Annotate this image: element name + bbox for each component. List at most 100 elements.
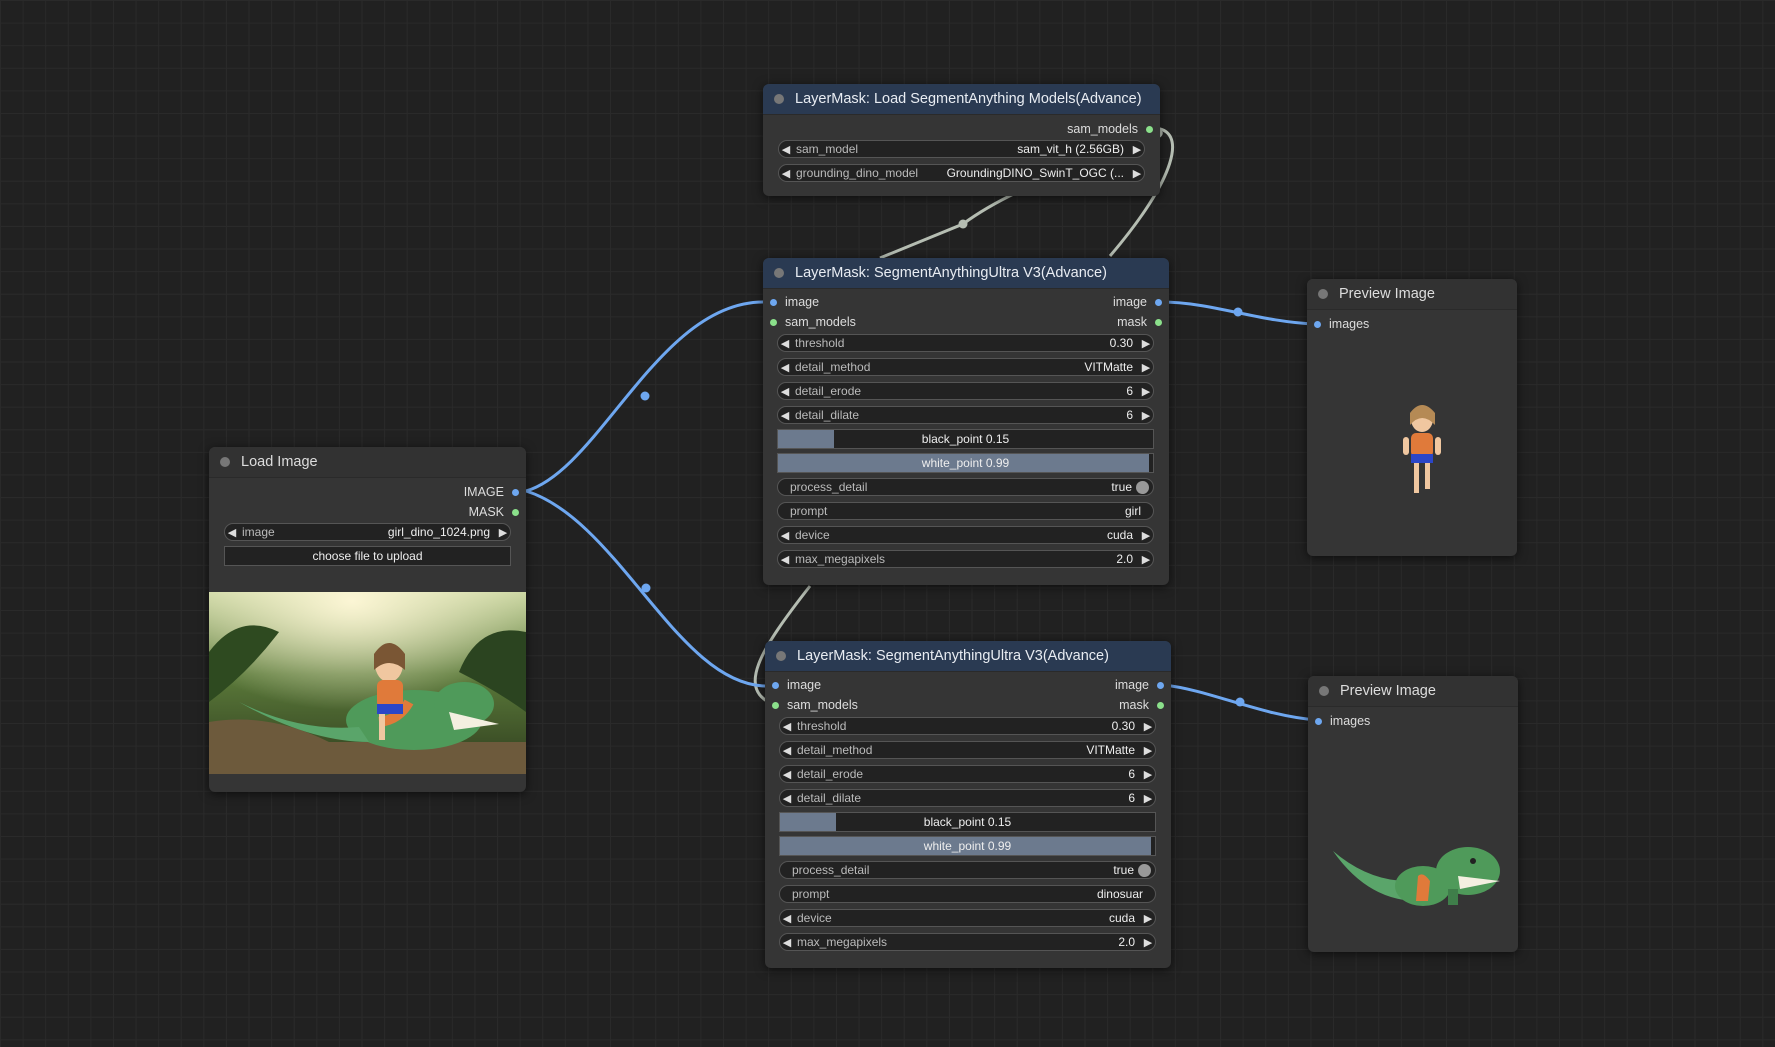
input-image[interactable]: image [770,293,819,311]
prompt-field[interactable]: prompt girl [777,502,1154,520]
link-midpoint[interactable] [640,391,650,401]
sam-model-selector[interactable]: ◀ sam_model sam_vit_h (2.56GB) ▶ [778,140,1145,158]
input-image[interactable]: image [772,676,821,694]
input-port-icon[interactable] [770,318,777,326]
arrow-right-icon[interactable]: ▶ [1130,167,1144,180]
arrow-left-icon[interactable]: ◀ [779,143,793,156]
node-title-bar[interactable]: Load Image [209,447,526,478]
link-midpoint[interactable] [958,219,968,229]
arrow-right-icon[interactable]: ▶ [1130,143,1144,156]
arrow-left-icon[interactable]: ◀ [780,936,794,949]
node-title-bar[interactable]: LayerMask: SegmentAnythingUltra V3(Advan… [763,258,1169,289]
max-megapixels-widget[interactable]: ◀ max_megapixels 2.0 ▶ [779,933,1156,951]
input-images[interactable]: images [1315,712,1370,730]
device-widget[interactable]: ◀ device cuda ▶ [779,909,1156,927]
arrow-right-icon[interactable]: ▶ [1141,792,1155,805]
arrow-right-icon[interactable]: ▶ [1139,553,1153,566]
node-title-bar[interactable]: LayerMask: Load SegmentAnything Models(A… [763,84,1160,115]
arrow-left-icon[interactable]: ◀ [780,792,794,805]
arrow-right-icon[interactable]: ▶ [1141,744,1155,757]
arrow-right-icon[interactable]: ▶ [1139,385,1153,398]
output-port-icon[interactable] [1157,681,1164,689]
output-port-icon[interactable] [1155,298,1162,306]
arrow-left-icon[interactable]: ◀ [778,553,792,566]
image-selector[interactable]: ◀ image girl_dino_1024.png ▶ [224,523,511,541]
arrow-right-icon[interactable]: ▶ [1139,529,1153,542]
collapse-dot-icon[interactable] [220,457,230,467]
input-port-icon[interactable] [772,681,779,689]
output-port-icon[interactable] [512,508,519,516]
link-midpoint[interactable] [641,583,651,593]
link-midpoint[interactable] [1235,697,1245,707]
output-image[interactable]: image [1113,293,1162,311]
preview-image-node-2[interactable]: Preview Image images [1308,676,1518,952]
detail-erode-widget[interactable]: ◀ detail_erode 6 ▶ [779,765,1156,783]
input-sam-models[interactable]: sam_models [772,696,858,714]
collapse-dot-icon[interactable] [774,94,784,104]
input-sam-models[interactable]: sam_models [770,313,856,331]
detail-dilate-widget[interactable]: ◀ detail_dilate 6 ▶ [779,789,1156,807]
arrow-left-icon[interactable]: ◀ [780,912,794,925]
toggle-knob-icon[interactable] [1138,863,1151,877]
device-widget[interactable]: ◀ device cuda ▶ [777,526,1154,544]
detail-dilate-widget[interactable]: ◀ detail_dilate 6 ▶ [777,406,1154,424]
output-mask[interactable]: MASK [469,503,519,521]
collapse-dot-icon[interactable] [776,651,786,661]
output-sam-models[interactable]: sam_models [1067,120,1153,138]
detail-method-widget[interactable]: ◀ detail_method VITMatte ▶ [779,741,1156,759]
arrow-left-icon[interactable]: ◀ [779,167,793,180]
black-point-slider[interactable]: black_point 0.15 [779,812,1156,832]
arrow-right-icon[interactable]: ▶ [1141,720,1155,733]
output-image[interactable]: IMAGE [464,483,519,501]
white-point-slider[interactable]: white_point 0.99 [779,836,1156,856]
output-port-icon[interactable] [1155,318,1162,326]
arrow-right-icon[interactable]: ▶ [496,526,510,539]
arrow-left-icon[interactable]: ◀ [778,361,792,374]
arrow-left-icon[interactable]: ◀ [778,337,792,350]
preview-image-node-1[interactable]: Preview Image images [1307,279,1517,556]
node-title-bar[interactable]: Preview Image [1307,279,1517,310]
collapse-dot-icon[interactable] [1319,686,1329,696]
output-image[interactable]: image [1115,676,1164,694]
arrow-right-icon[interactable]: ▶ [1139,409,1153,422]
arrow-left-icon[interactable]: ◀ [780,720,794,733]
arrow-right-icon[interactable]: ▶ [1141,936,1155,949]
output-port-icon[interactable] [1157,701,1164,709]
detail-erode-widget[interactable]: ◀ detail_erode 6 ▶ [777,382,1154,400]
arrow-left-icon[interactable]: ◀ [778,385,792,398]
upload-button[interactable]: choose file to upload [224,546,511,566]
toggle-knob-icon[interactable] [1136,480,1149,494]
collapse-dot-icon[interactable] [774,268,784,278]
threshold-widget[interactable]: ◀ threshold 0.30 ▶ [777,334,1154,352]
arrow-right-icon[interactable]: ▶ [1141,912,1155,925]
arrow-left-icon[interactable]: ◀ [778,409,792,422]
black-point-slider[interactable]: black_point 0.15 [777,429,1154,449]
input-port-icon[interactable] [772,701,779,709]
load-sam-models-node[interactable]: LayerMask: Load SegmentAnything Models(A… [763,84,1160,196]
output-port-icon[interactable] [512,488,519,496]
arrow-right-icon[interactable]: ▶ [1139,361,1153,374]
max-megapixels-widget[interactable]: ◀ max_megapixels 2.0 ▶ [777,550,1154,568]
grounding-dino-selector[interactable]: ◀ grounding_dino_model GroundingDINO_Swi… [778,164,1145,182]
process-detail-toggle[interactable]: process_detail true [779,861,1156,879]
output-mask[interactable]: mask [1119,696,1164,714]
output-mask[interactable]: mask [1117,313,1162,331]
white-point-slider[interactable]: white_point 0.99 [777,453,1154,473]
arrow-right-icon[interactable]: ▶ [1141,768,1155,781]
input-port-icon[interactable] [1314,320,1321,328]
node-title-bar[interactable]: Preview Image [1308,676,1518,707]
arrow-left-icon[interactable]: ◀ [225,526,239,539]
arrow-left-icon[interactable]: ◀ [780,768,794,781]
detail-method-widget[interactable]: ◀ detail_method VITMatte ▶ [777,358,1154,376]
segment-anything-node-1[interactable]: LayerMask: SegmentAnythingUltra V3(Advan… [763,258,1169,585]
input-images[interactable]: images [1314,315,1369,333]
output-port-icon[interactable] [1146,125,1153,133]
process-detail-toggle[interactable]: process_detail true [777,478,1154,496]
segment-anything-node-2[interactable]: LayerMask: SegmentAnythingUltra V3(Advan… [765,641,1171,968]
arrow-left-icon[interactable]: ◀ [778,529,792,542]
input-port-icon[interactable] [1315,717,1322,725]
node-title-bar[interactable]: LayerMask: SegmentAnythingUltra V3(Advan… [765,641,1171,672]
prompt-field[interactable]: prompt dinosuar [779,885,1156,903]
link-midpoint[interactable] [1233,307,1243,317]
arrow-right-icon[interactable]: ▶ [1139,337,1153,350]
